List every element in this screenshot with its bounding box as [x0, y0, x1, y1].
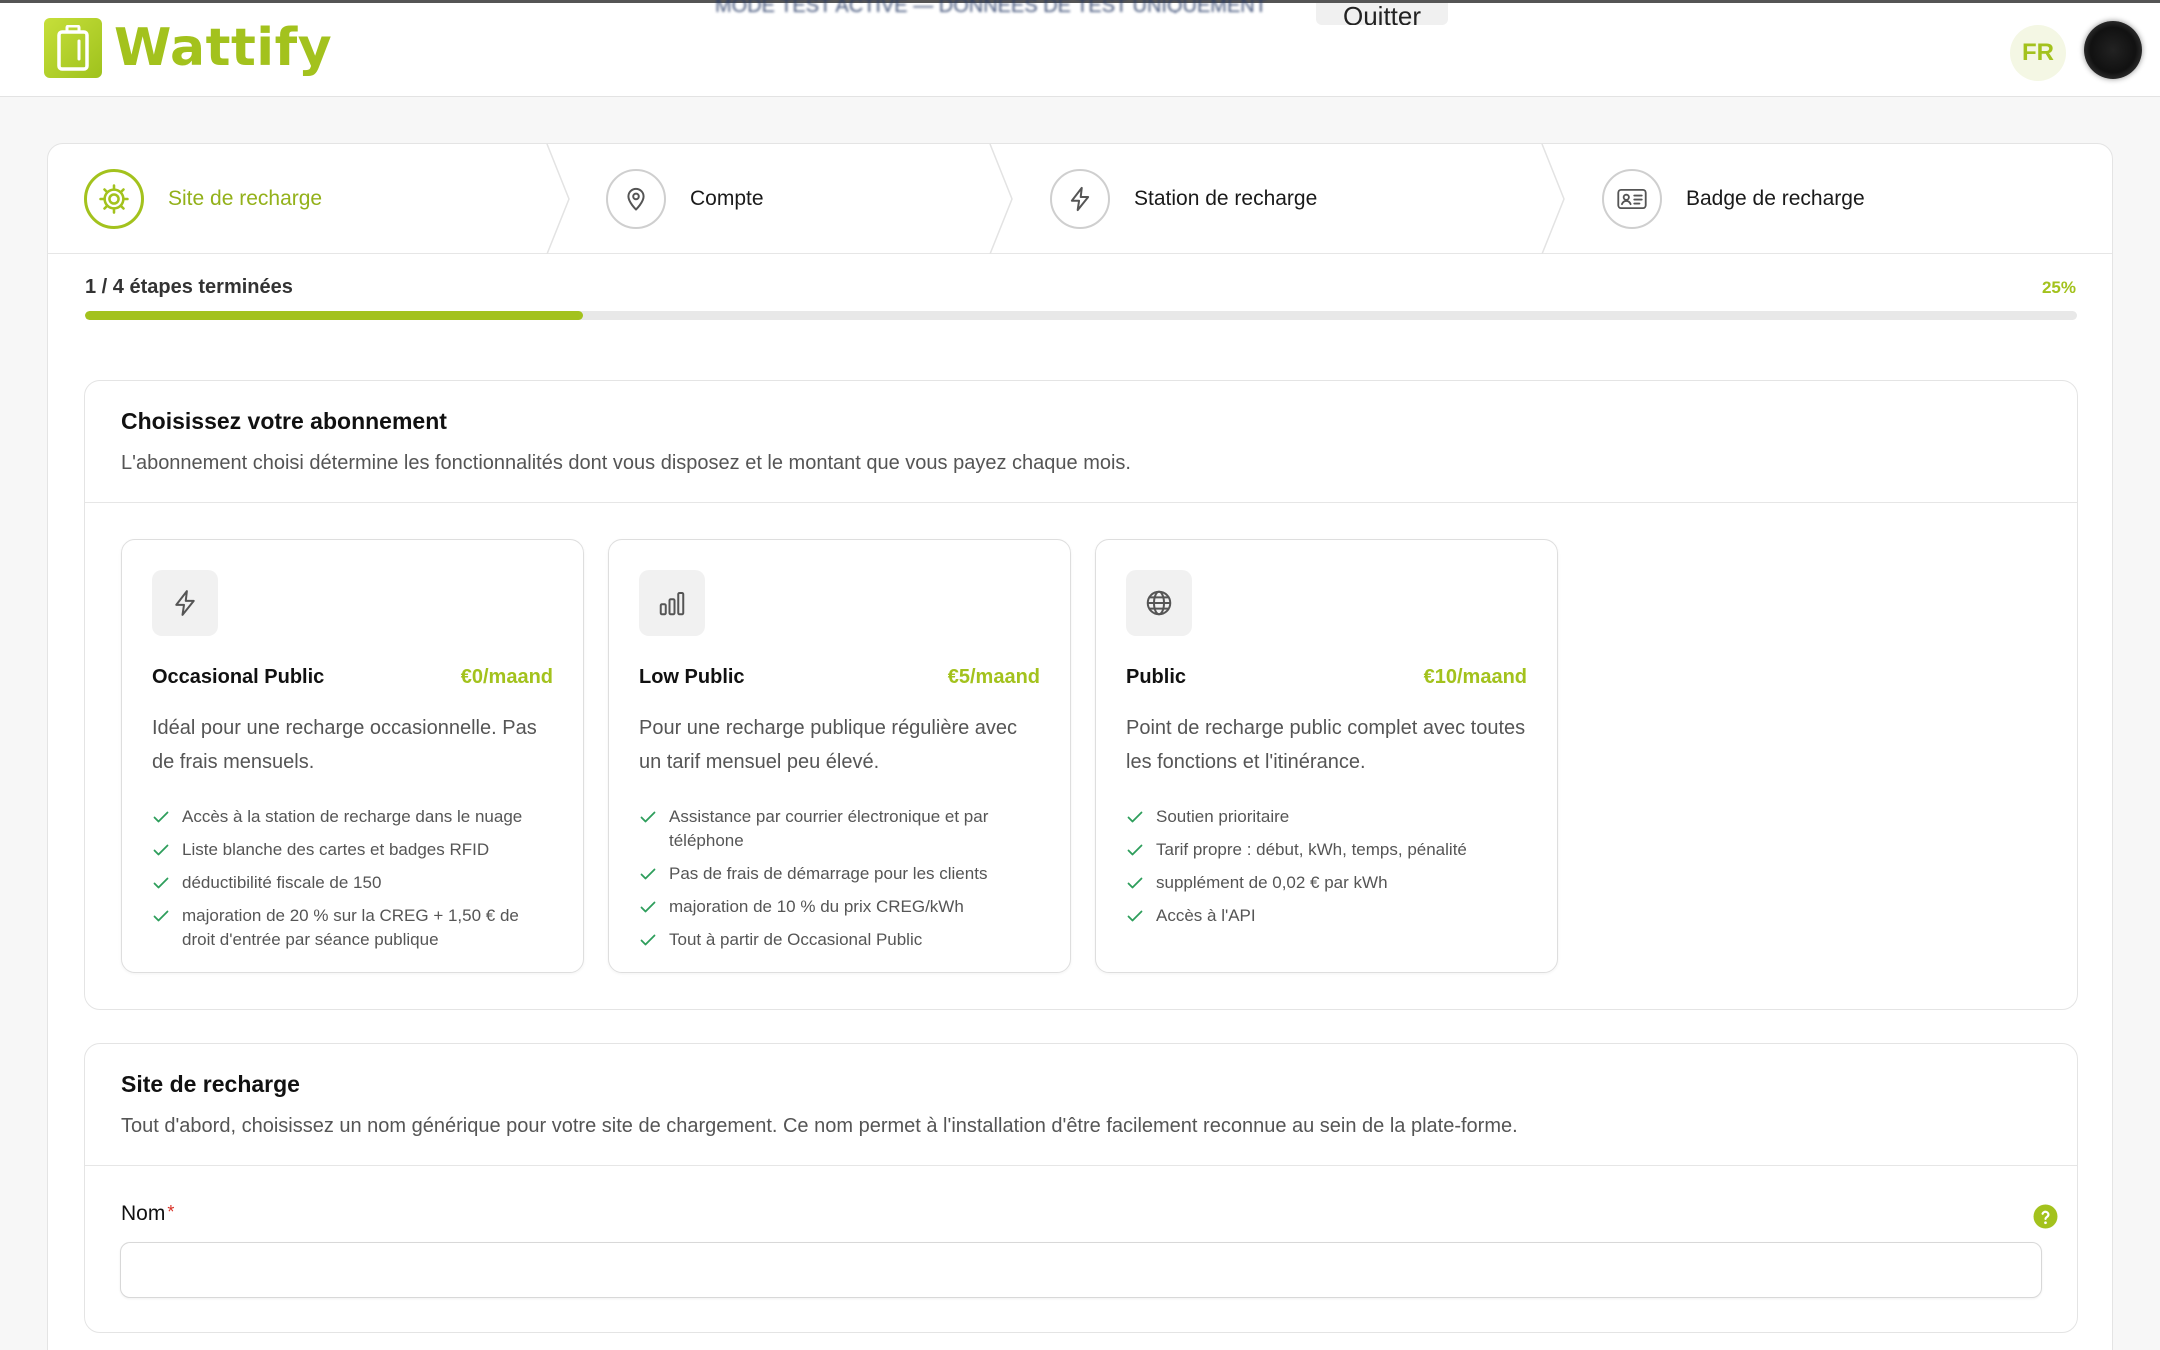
subscription-header: Choisissez votre abonnement L'abonnement… — [85, 381, 2077, 503]
step-separator — [989, 144, 1013, 254]
feature-item: déductibilité fiscale de 150 — [152, 871, 553, 895]
progress-bar-fill — [85, 311, 583, 320]
battery-logo-icon — [44, 18, 102, 78]
step-separator — [1541, 144, 1565, 254]
site-header: Site de recharge Tout d'abord, choisisse… — [85, 1044, 2077, 1166]
section-description: Tout d'abord, choisissez un nom génériqu… — [121, 1115, 1518, 1137]
feature-list: Assistance par courrier électronique et … — [639, 805, 1040, 952]
feature-item: Liste blanche des cartes et badges RFID — [152, 838, 553, 862]
plan-name: Public — [1126, 666, 1187, 688]
feature-list: Accès à la station de recharge dans le n… — [152, 805, 553, 952]
lightning-icon — [175, 590, 195, 616]
plan-price: €5/maand — [947, 666, 1040, 688]
step-station-de-recharge[interactable]: Station de recharge — [1050, 144, 1317, 254]
plan-list: Occasional Public €0/maand Idéal pour un… — [121, 539, 1558, 973]
section-title: Site de recharge — [121, 1071, 300, 1097]
plan-card-public[interactable]: Public €10/maand Point de recharge publi… — [1095, 539, 1558, 973]
lightning-icon — [1070, 186, 1090, 212]
avatar[interactable] — [2084, 21, 2142, 79]
plan-name: Occasional Public — [152, 666, 325, 688]
id-card-icon — [1617, 188, 1647, 210]
check-icon — [1127, 844, 1143, 856]
check-icon — [1127, 910, 1143, 922]
check-icon — [640, 811, 656, 823]
step-circle — [606, 169, 666, 229]
step-label: Site de recharge — [168, 187, 323, 210]
progress-percent: 25% — [2041, 278, 2076, 297]
language-switcher[interactable]: FR — [2010, 25, 2066, 81]
check-icon — [640, 868, 656, 880]
brand-name: Wattify — [114, 18, 333, 78]
step-circle — [1602, 169, 1662, 229]
feature-item: Assistance par courrier électronique et … — [639, 805, 1040, 853]
check-icon — [153, 811, 169, 823]
subscription-section: Choisissez votre abonnement L'abonnement… — [84, 380, 2078, 1010]
name-field-label: Nom * — [121, 1202, 175, 1225]
plan-icon — [1126, 570, 1192, 636]
required-marker: * — [167, 1202, 175, 1222]
check-icon — [640, 934, 656, 946]
check-icon — [1127, 877, 1143, 889]
feature-item: Tarif propre : début, kWh, temps, pénali… — [1126, 838, 1527, 862]
step-site-de-recharge[interactable]: Site de recharge — [84, 144, 322, 254]
plan-name: Low Public — [639, 666, 745, 688]
check-icon — [153, 844, 169, 856]
plan-icon — [152, 570, 218, 636]
stepper: Site de recharge Compte Station de recha… — [48, 144, 2112, 254]
section-title: Choisissez votre abonnement — [121, 408, 447, 434]
plan-description: Idéal pour une recharge occasionnelle. P… — [152, 717, 537, 773]
feature-item: majoration de 10 % du prix CREG/kWh — [639, 895, 1040, 919]
site-section: Site de recharge Tout d'abord, choisisse… — [84, 1043, 2078, 1333]
plan-card-low-public[interactable]: Low Public €5/maand Pour une recharge pu… — [608, 539, 1071, 973]
plan-description: Point de recharge public complet avec to… — [1126, 717, 1526, 773]
feature-item: majoration de 20 % sur la CREG + 1,50 € … — [152, 904, 553, 952]
section-description: L'abonnement choisi détermine les foncti… — [121, 452, 1131, 474]
onboarding-card: Site de recharge Compte Station de recha… — [47, 143, 2113, 1350]
step-badge-de-recharge[interactable]: Badge de recharge — [1602, 144, 1865, 254]
check-icon — [1127, 811, 1143, 823]
plan-card-occasional-public[interactable]: Occasional Public €0/maand Idéal pour un… — [121, 539, 584, 973]
brand-logo[interactable]: Wattify — [44, 17, 332, 79]
step-label: Station de recharge — [1134, 187, 1318, 210]
step-label: Compte — [690, 187, 764, 210]
globe-icon — [1146, 590, 1172, 616]
plan-icon — [639, 570, 705, 636]
quit-button[interactable]: Quitter — [1316, 3, 1448, 25]
feature-item: supplément de 0,02 € par kWh — [1126, 871, 1527, 895]
feature-list: Soutien prioritaire Tarif propre : début… — [1126, 805, 1527, 928]
plan-description: Pour une recharge publique régulière ave… — [639, 717, 1018, 773]
feature-item: Accès à la station de recharge dans le n… — [152, 805, 553, 829]
check-icon — [640, 901, 656, 913]
plan-price: €0/maand — [460, 666, 553, 688]
feature-item: Tout à partir de Occasional Public — [639, 928, 1040, 952]
map-pin-icon — [627, 187, 645, 211]
help-icon[interactable] — [2033, 1204, 2058, 1229]
step-separator — [546, 144, 570, 254]
step-label: Badge de recharge — [1686, 187, 1865, 210]
feature-item: Pas de frais de démarrage pour les clien… — [639, 862, 1040, 886]
check-icon — [153, 877, 169, 889]
gear-icon — [99, 184, 129, 214]
check-icon — [153, 910, 169, 922]
top-bar: Wattify MODE TEST ACTIVÉ — DONNÉES DE TE… — [0, 0, 2160, 97]
test-mode-notice: MODE TEST ACTIVÉ — DONNÉES DE TEST UNIQU… — [715, 0, 1267, 13]
progress-text: 1 / 4 étapes terminées — [85, 276, 293, 298]
step-circle — [84, 169, 144, 229]
site-name-input[interactable] — [120, 1242, 2042, 1298]
feature-item: Accès à l'API — [1126, 904, 1527, 928]
step-compte[interactable]: Compte — [606, 144, 764, 254]
progress-bar — [85, 311, 2077, 320]
bar-chart-icon — [659, 592, 685, 616]
step-circle — [1050, 169, 1110, 229]
plan-price: €10/maand — [1423, 666, 1527, 688]
feature-item: Soutien prioritaire — [1126, 805, 1527, 829]
